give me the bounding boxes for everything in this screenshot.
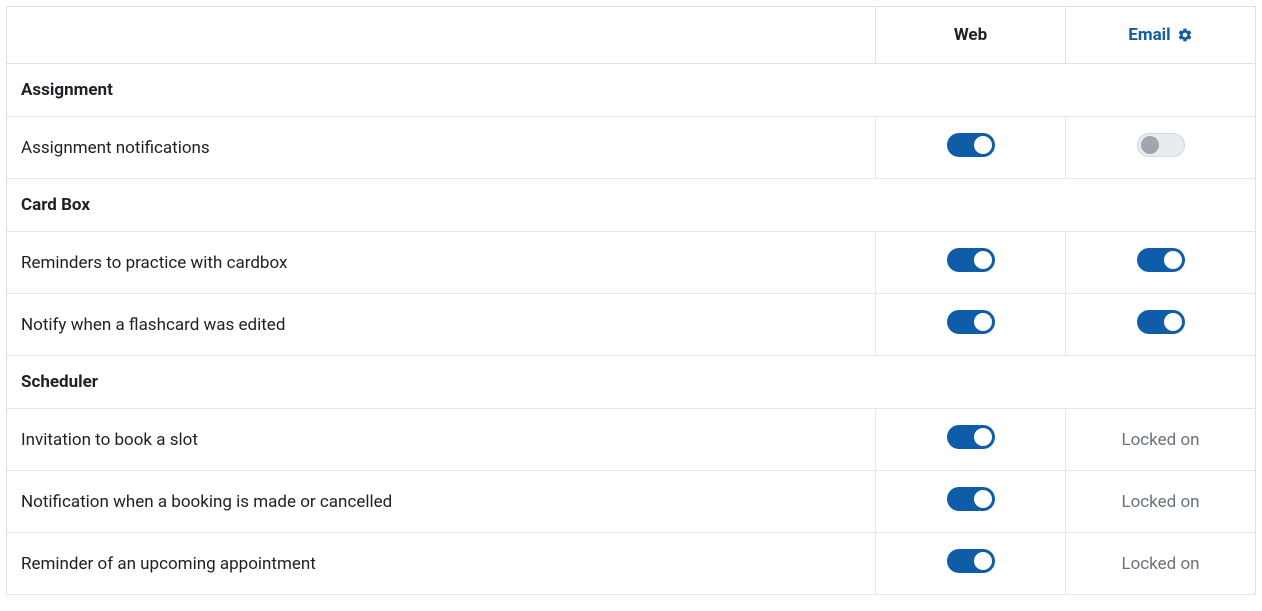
table-row: Notification when a booking is made or c… [7,471,1256,533]
group-header-row: Scheduler [7,356,1256,409]
web-cell [876,232,1066,294]
email-cell: Locked on [1066,409,1256,471]
web-cell [876,533,1066,595]
column-header-email-label: Email [1128,25,1170,45]
row-label: Notify when a flashcard was edited [7,294,876,356]
row-label: Assignment notifications [7,117,876,179]
table-row: Notify when a flashcard was edited [7,294,1256,356]
email-cell: Locked on [1066,533,1256,595]
group-title: Scheduler [7,356,1256,409]
column-header-name [7,7,876,64]
web-toggle[interactable] [947,549,995,573]
web-toggle[interactable] [947,133,995,157]
column-header-web: Web [876,7,1066,64]
row-label: Notification when a booking is made or c… [7,471,876,533]
group-header-row: Assignment [7,64,1256,117]
table-row: Assignment notifications [7,117,1256,179]
row-label: Reminder of an upcoming appointment [7,533,876,595]
table-header-row: Web Email [7,7,1256,64]
email-cell: Locked on [1066,471,1256,533]
web-toggle[interactable] [947,425,995,449]
web-toggle[interactable] [947,487,995,511]
web-cell [876,471,1066,533]
web-cell [876,409,1066,471]
locked-label: Locked on [1121,554,1199,574]
email-toggle[interactable] [1137,248,1185,272]
group-title: Card Box [7,179,1256,232]
email-toggle[interactable] [1137,133,1185,157]
locked-label: Locked on [1121,492,1199,512]
table-row: Invitation to book a slot Locked on [7,409,1256,471]
email-cell [1066,117,1256,179]
locked-label: Locked on [1121,430,1199,450]
email-cell [1066,232,1256,294]
gear-icon[interactable] [1177,27,1193,43]
web-toggle[interactable] [947,248,995,272]
email-toggle[interactable] [1137,310,1185,334]
email-cell [1066,294,1256,356]
web-cell [876,294,1066,356]
notification-preferences-table: Web Email AssignmentAssignment notificat… [6,6,1256,595]
row-label: Reminders to practice with cardbox [7,232,876,294]
web-cell [876,117,1066,179]
table-row: Reminders to practice with cardbox [7,232,1256,294]
row-label: Invitation to book a slot [7,409,876,471]
group-header-row: Card Box [7,179,1256,232]
column-header-email[interactable]: Email [1066,7,1256,64]
table-row: Reminder of an upcoming appointment Locke… [7,533,1256,595]
web-toggle[interactable] [947,310,995,334]
group-title: Assignment [7,64,1256,117]
